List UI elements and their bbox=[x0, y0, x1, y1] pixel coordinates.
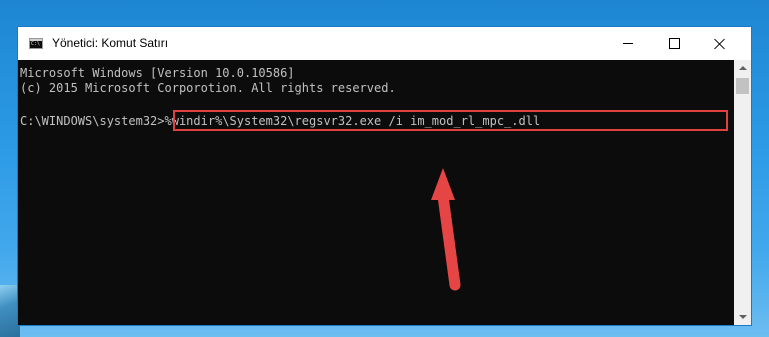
command-highlight-box bbox=[173, 110, 728, 131]
console-output[interactable]: Microsoft Windows [Version 10.0.10586] (… bbox=[18, 60, 734, 325]
vertical-scrollbar[interactable] bbox=[734, 60, 751, 325]
chevron-down-icon bbox=[738, 315, 747, 319]
red-arrow-icon bbox=[431, 168, 461, 291]
window-title: Yönetici: Komut Satırı bbox=[52, 36, 169, 50]
chevron-up-icon bbox=[738, 66, 747, 70]
scroll-thumb[interactable] bbox=[736, 78, 749, 94]
minimize-icon bbox=[623, 43, 633, 44]
close-button[interactable] bbox=[697, 27, 743, 60]
minimize-button[interactable] bbox=[605, 27, 651, 60]
prompt-text: C:\WINDOWS\system32> bbox=[20, 114, 165, 128]
cmd-icon bbox=[29, 38, 43, 49]
command-prompt-window: Yönetici: Komut Satırı Microsoft Windows… bbox=[17, 26, 752, 326]
maximize-icon bbox=[668, 38, 680, 49]
console-line: (c) 2015 Microsoft Corporotion. All righ… bbox=[20, 81, 396, 95]
maximize-button[interactable] bbox=[651, 27, 697, 60]
scroll-down-button[interactable] bbox=[734, 309, 751, 325]
scroll-up-button[interactable] bbox=[734, 60, 751, 76]
title-bar[interactable]: Yönetici: Komut Satırı bbox=[18, 27, 751, 60]
console-line: Microsoft Windows [Version 10.0.10586] bbox=[20, 66, 295, 80]
close-icon bbox=[714, 38, 726, 50]
